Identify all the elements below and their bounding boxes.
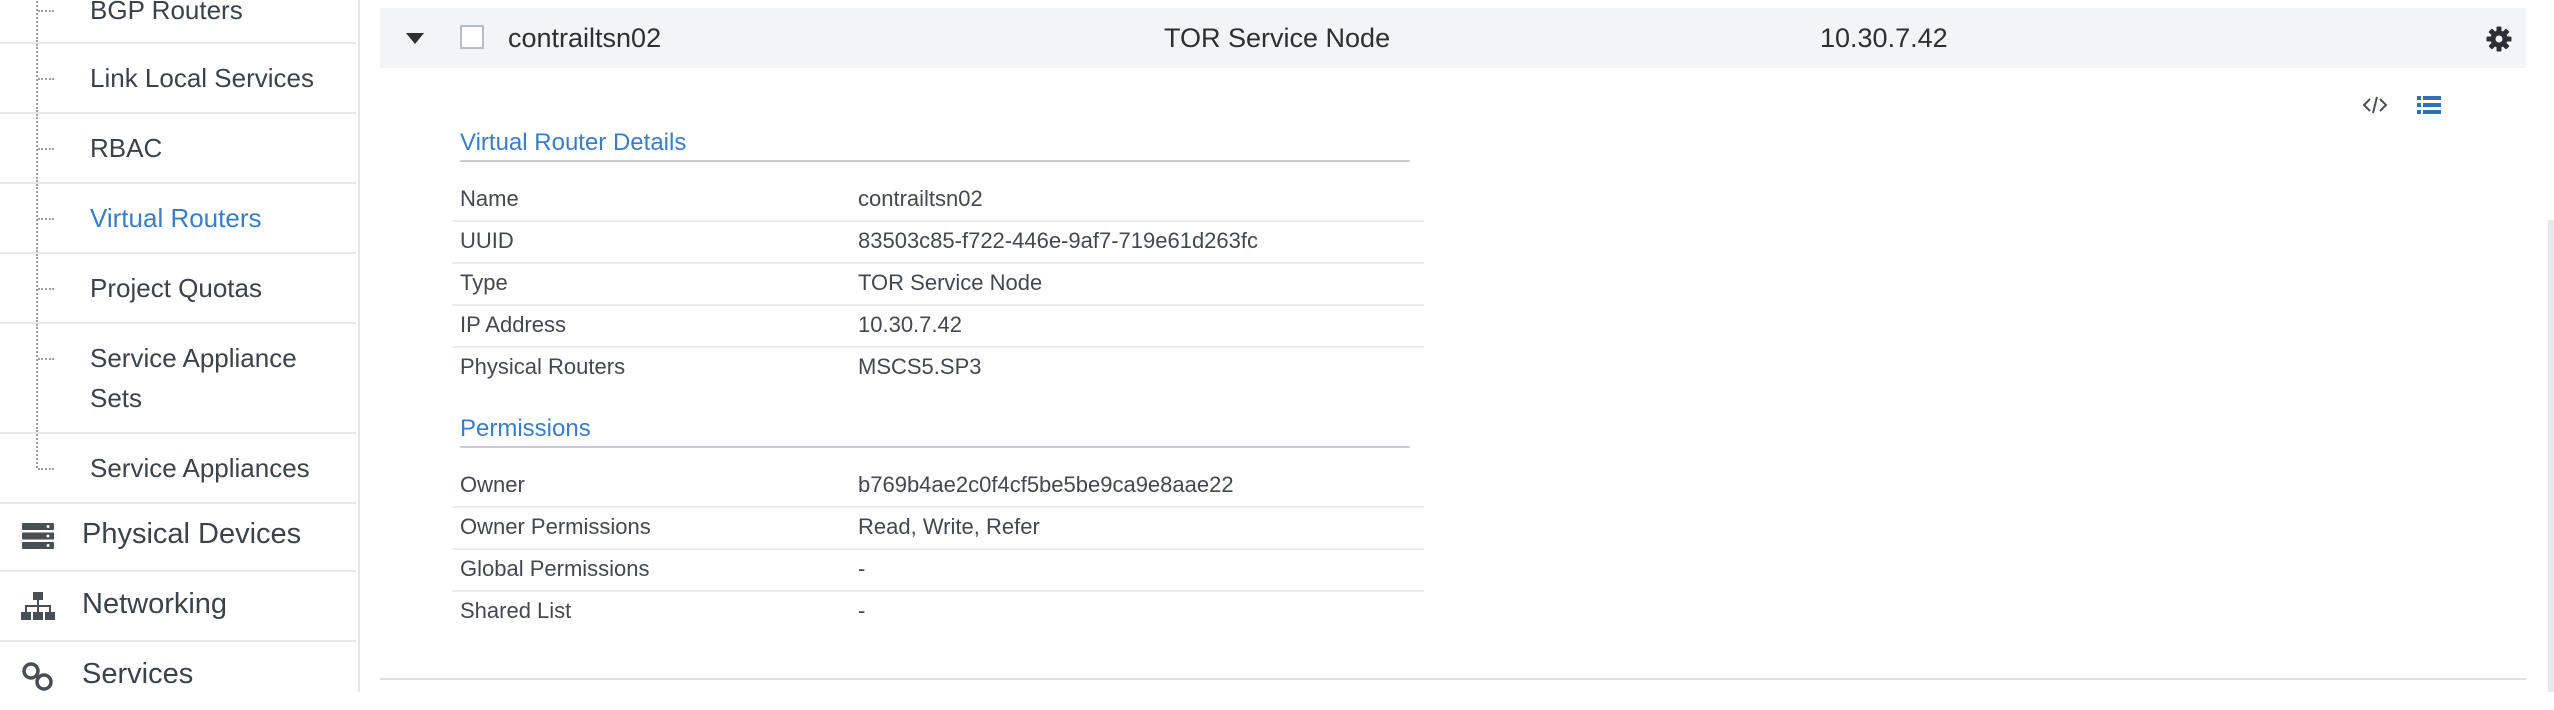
detail-key: UUID — [460, 228, 514, 253]
detail-key: IP Address — [460, 312, 566, 337]
sidebar: BGP Routers Link Local Services RBAC Vir… — [0, 0, 360, 692]
tree-guide-line — [36, 324, 38, 432]
detail-value: 10.30.7.42 — [858, 312, 962, 337]
sidebar-item-label: Service Appliances — [90, 453, 310, 483]
tree-connector — [38, 148, 54, 150]
tree-connector — [38, 358, 54, 360]
detail-row-physical-routers: Physical Routers MSCS5.SP3 — [452, 346, 1424, 388]
tree-connector — [38, 468, 54, 470]
sidebar-item-label: Project Quotas — [90, 273, 262, 303]
detail-value: Read, Write, Refer — [858, 514, 1040, 539]
sidebar-item-label: Networking — [82, 588, 228, 620]
tree-guide-line — [36, 0, 38, 42]
row-type: TOR Service Node — [1164, 23, 1391, 53]
details-section-title: Virtual Router Details — [460, 126, 1410, 162]
sidebar-item-label: RBAC — [90, 133, 163, 163]
scrollbar[interactable] — [2548, 220, 2554, 692]
detail-key: Global Permissions — [460, 556, 650, 581]
detail-row-uuid: UUID 83503c85-f722-446e-9af7-719e61d263f… — [452, 220, 1424, 264]
sidebar-item-label: BGP Routers — [90, 0, 243, 25]
sidebar-item-service-appliance-sets[interactable]: Service Appliance Sets — [0, 324, 356, 434]
caret-down-icon[interactable] — [406, 33, 424, 44]
permission-row-global-permissions: Global Permissions - — [452, 548, 1424, 592]
detail-value: MSCS5.SP3 — [858, 354, 982, 379]
list-icon[interactable] — [2416, 92, 2442, 118]
row-checkbox[interactable] — [460, 25, 484, 49]
gear-icon[interactable] — [2486, 26, 2512, 52]
detail-value: 83503c85-f722-446e-9af7-719e61d263fc — [858, 228, 1258, 253]
detail-row-name: Name contrailtsn02 — [452, 178, 1424, 222]
detail-row-type: Type TOR Service Node — [452, 262, 1424, 306]
sidebar-item-link-local-services[interactable]: Link Local Services — [0, 44, 356, 114]
code-icon[interactable] — [2362, 92, 2388, 118]
sidebar-item-label: Link Local Services — [90, 63, 314, 93]
detail-value: contrailtsn02 — [858, 186, 983, 211]
detail-key: Owner — [460, 472, 525, 497]
detail-key: Name — [460, 186, 519, 211]
sidebar-item-label: Services — [82, 658, 194, 690]
row-ip-address: 10.30.7.42 — [1820, 23, 1948, 53]
detail-value: - — [858, 556, 866, 581]
sidebar-item-label: Physical Devices — [82, 518, 302, 550]
permissions-section-title: Permissions — [460, 412, 1410, 448]
detail-value: TOR Service Node — [858, 270, 1043, 295]
detail-key: Type — [460, 270, 508, 295]
sitemap-icon — [21, 592, 55, 620]
sidebar-item-bgp-routers[interactable]: BGP Routers — [0, 0, 356, 44]
tree-connector — [38, 78, 54, 80]
detail-key: Physical Routers — [460, 354, 626, 379]
divider — [380, 678, 2526, 680]
sidebar-item-networking[interactable]: Networking — [0, 572, 356, 642]
permission-row-owner-permissions: Owner Permissions Read, Write, Refer — [452, 506, 1424, 550]
sidebar-item-label: Service Appliance Sets — [90, 343, 297, 413]
sidebar-item-label: Virtual Routers — [90, 203, 262, 233]
sidebar-item-project-quotas[interactable]: Project Quotas — [0, 254, 356, 324]
detail-row-ip-address: IP Address 10.30.7.42 — [452, 304, 1424, 348]
tree-guide-line — [36, 434, 38, 468]
detail-value: b769b4ae2c0f4cf5be5be9ca9e8aae22 — [858, 472, 1234, 497]
sidebar-item-virtual-routers[interactable]: Virtual Routers — [0, 184, 356, 254]
main-content: contrailtsn02 TOR Service Node 10.30.7.4… — [380, 0, 2526, 692]
detail-key: Owner Permissions — [460, 514, 651, 539]
detail-key: Shared List — [460, 598, 572, 623]
sidebar-item-rbac[interactable]: RBAC — [0, 114, 356, 184]
detail-value: - — [858, 598, 866, 623]
tree-connector — [38, 288, 54, 290]
tree-connector — [38, 218, 54, 220]
server-icon — [22, 523, 54, 549]
row-name: contrailtsn02 — [508, 23, 662, 53]
sidebar-item-services[interactable]: Services — [0, 642, 356, 710]
permission-row-owner: Owner b769b4ae2c0f4cf5be5be9ca9e8aae22 — [452, 464, 1424, 508]
table-row[interactable]: contrailtsn02 TOR Service Node 10.30.7.4… — [380, 8, 2526, 68]
sidebar-item-physical-devices[interactable]: Physical Devices — [0, 502, 356, 572]
sidebar-item-service-appliances[interactable]: Service Appliances — [0, 434, 356, 504]
permission-row-shared-list: Shared List - — [452, 590, 1424, 632]
link-icon — [22, 662, 53, 691]
tree-connector — [38, 10, 54, 12]
